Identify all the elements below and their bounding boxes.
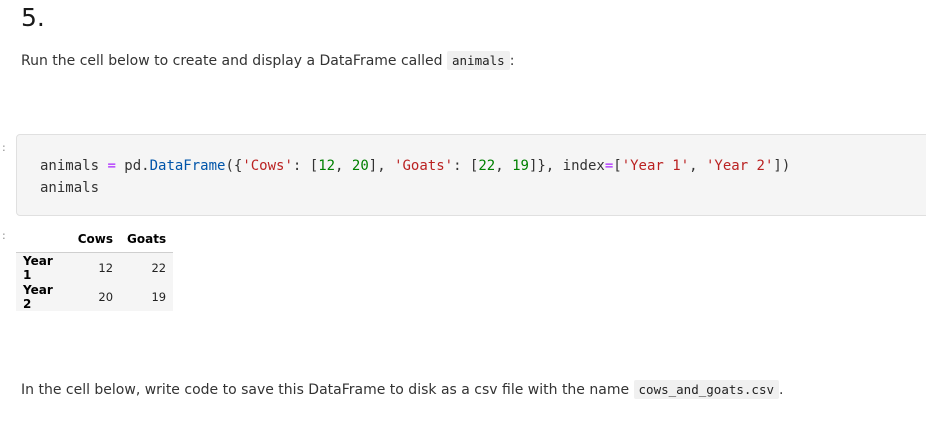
- code-token: 19: [512, 158, 529, 174]
- input-prompt-marker: :: [2, 141, 6, 154]
- code-cell[interactable]: animals = pd.DataFrame({'Cows': [12, 20]…: [16, 134, 926, 216]
- code-token: ({: [225, 158, 243, 174]
- table-row: Year 2 20 19: [16, 282, 174, 311]
- code-line-1: animals = pd.DataFrame({'Cows': [12, 20]…: [40, 158, 790, 174]
- inline-code-filename: cows_and_goats.csv: [633, 380, 779, 399]
- code-token: ,: [689, 158, 706, 174]
- intro-text-end: :: [509, 53, 515, 69]
- code-token: animals: [40, 158, 108, 174]
- code-token: ]): [773, 158, 791, 174]
- notebook-page: 5. Run the cell below to create and disp…: [0, 0, 926, 423]
- code-token: : [: [292, 158, 319, 174]
- intro-text: Run the cell below to create and display…: [21, 53, 447, 69]
- instruction-text-end: .: [779, 382, 784, 398]
- output-prompt-marker: :: [2, 229, 6, 242]
- code-token: : [: [453, 158, 479, 174]
- instruction-text: In the cell below, write code to save th…: [21, 382, 634, 398]
- code-token: 'Year 2': [705, 158, 774, 174]
- column-header-goats: Goats: [120, 225, 174, 253]
- row-index-label: Year 2: [23, 282, 53, 311]
- section-heading: 5.: [21, 3, 45, 32]
- table-header-row: Cows Goats: [16, 225, 174, 253]
- dataframe-output-table: Cows Goats Year 1 12 22 Year 2 20 19: [16, 225, 174, 311]
- inline-code-animals: animals: [447, 51, 510, 70]
- table-row: Year 1 12 22: [16, 252, 174, 282]
- code-token: 22: [478, 158, 496, 174]
- row-index-label: Year 1: [23, 253, 53, 282]
- code-token: ],: [368, 158, 395, 174]
- table-cell: 20: [98, 289, 114, 304]
- code-token: 12: [318, 158, 336, 174]
- code-token: ,: [335, 158, 352, 174]
- code-token: =: [604, 158, 614, 174]
- code-line-2: animals: [40, 180, 100, 196]
- code-token: 'Cows': [242, 158, 293, 174]
- column-header-cows: Cows: [70, 225, 121, 253]
- code-token: ,: [495, 158, 513, 174]
- intro-paragraph: Run the cell below to create and display…: [21, 51, 515, 70]
- code-token: [: [613, 158, 622, 174]
- code-token: 'Goats': [394, 158, 454, 174]
- code-token: pd.: [115, 158, 150, 174]
- table-cell: 12: [98, 260, 114, 275]
- table-cell: 19: [151, 289, 167, 304]
- table-cell: 22: [151, 260, 167, 275]
- code-token: 20: [351, 158, 369, 174]
- code-token: =: [107, 158, 116, 174]
- code-editor[interactable]: animals = pd.DataFrame({'Cows': [12, 20]…: [40, 155, 790, 199]
- index-header-blank: [16, 225, 71, 253]
- instruction-paragraph: In the cell below, write code to save th…: [21, 380, 784, 399]
- code-token: DataFrame: [149, 158, 226, 174]
- code-token: ]}, index: [528, 158, 605, 174]
- code-token: 'Year 1': [621, 158, 690, 174]
